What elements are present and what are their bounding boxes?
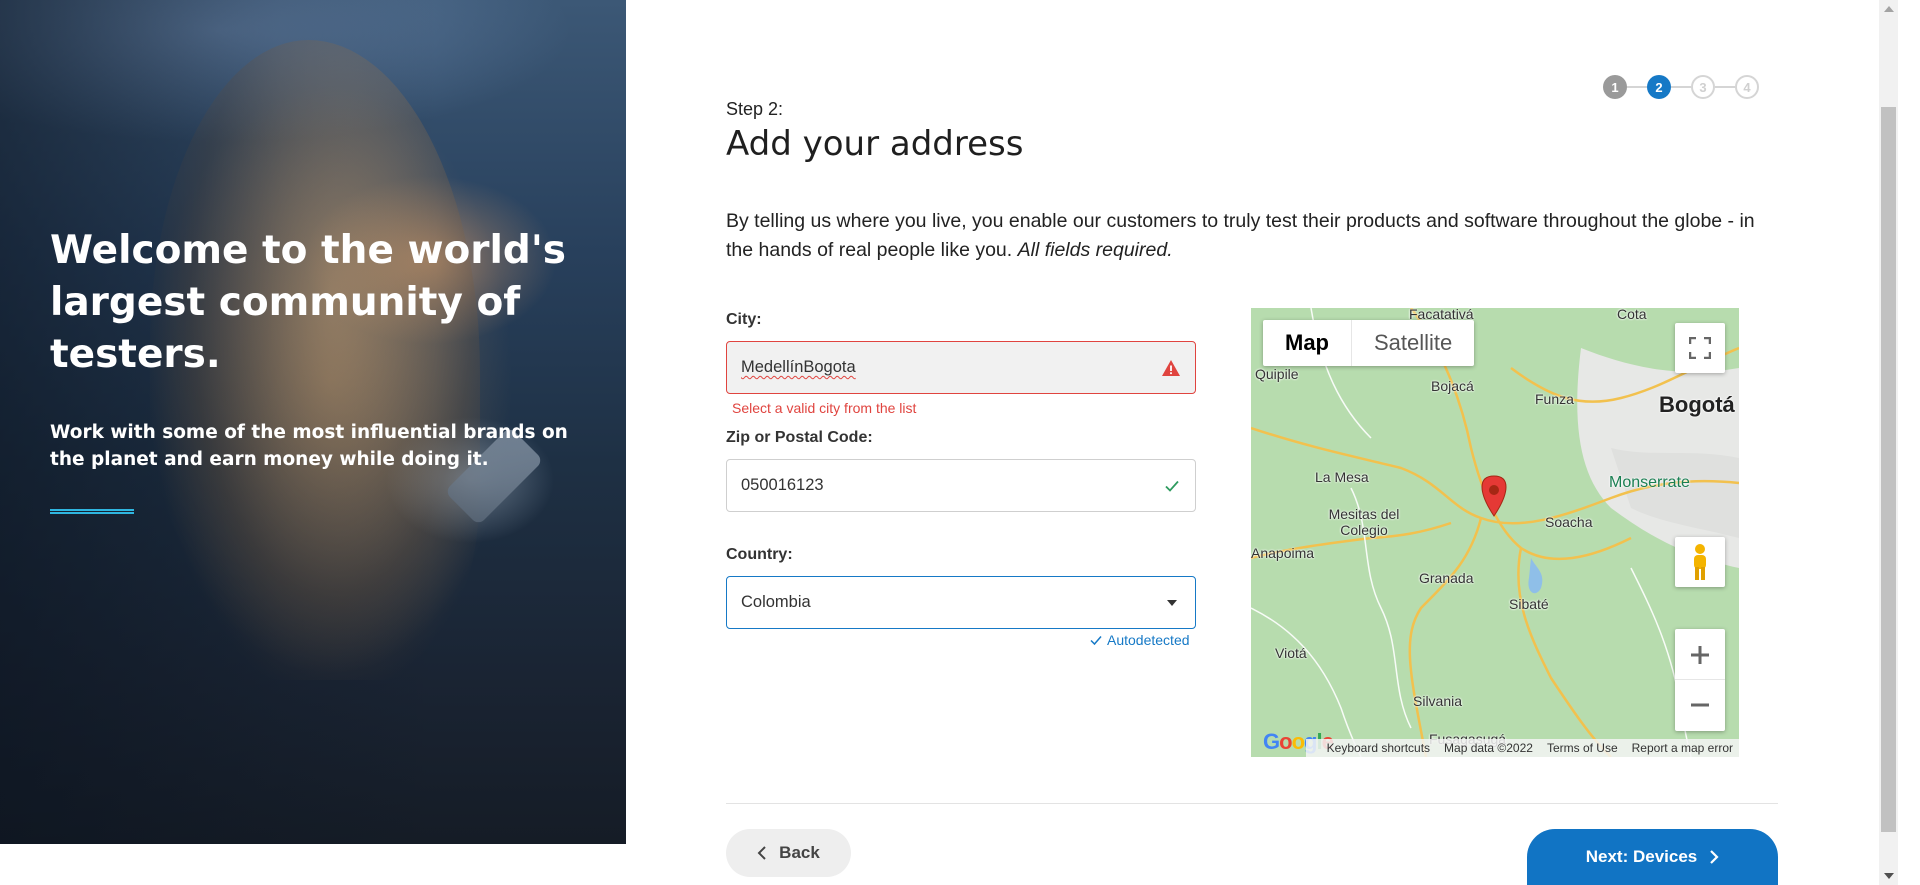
map-data-attribution: Map data ©2022 bbox=[1444, 741, 1533, 755]
back-button-label: Back bbox=[779, 843, 820, 862]
country-select-value[interactable]: Colombia bbox=[741, 593, 1167, 612]
page-scrollbar[interactable] bbox=[1879, 0, 1898, 885]
next-devices-button[interactable]: Next: Devices bbox=[1527, 829, 1778, 885]
zoom-in-button[interactable] bbox=[1675, 630, 1725, 680]
page-title: Add your address bbox=[726, 124, 1024, 164]
scroll-thumb[interactable] bbox=[1881, 107, 1896, 832]
progress-stepper: 1 2 3 4 bbox=[1603, 75, 1759, 99]
hero-subtitle: Work with some of the most influential b… bbox=[50, 422, 568, 470]
chevron-left-icon bbox=[757, 846, 766, 860]
map-footer: Keyboard shortcuts Map data ©2022 Terms … bbox=[1306, 739, 1739, 757]
footer-divider bbox=[726, 803, 1778, 804]
map-label-bojaca: Bojacá bbox=[1431, 378, 1474, 394]
city-input[interactable]: MedellínBogota bbox=[726, 341, 1196, 394]
map-label-soacha: Soacha bbox=[1545, 514, 1593, 530]
map-label-anapoima: Anapoima bbox=[1251, 545, 1315, 561]
fullscreen-button[interactable] bbox=[1675, 323, 1725, 373]
step-2: 2 bbox=[1647, 75, 1671, 99]
location-map[interactable]: Facatativá Cota Quipile Bojacá Funza Bog… bbox=[1251, 308, 1739, 757]
keyboard-shortcuts-link[interactable]: Keyboard shortcuts bbox=[1327, 741, 1430, 755]
back-button[interactable]: Back bbox=[726, 829, 851, 877]
next-button-label: Next: Devices bbox=[1585, 847, 1698, 866]
step-label: Step 2: bbox=[726, 99, 784, 119]
map-label-monserrate: Monserrate bbox=[1609, 474, 1690, 491]
map-label-sibate: Sibaté bbox=[1509, 596, 1549, 612]
pegman-icon bbox=[1694, 544, 1706, 580]
map-label-cota: Cota bbox=[1617, 308, 1647, 322]
street-view-button[interactable] bbox=[1675, 537, 1725, 587]
fullscreen-icon bbox=[1689, 337, 1711, 359]
map-label-viota: Viotá bbox=[1275, 645, 1307, 661]
minus-icon bbox=[1691, 703, 1709, 707]
zoom-controls bbox=[1675, 629, 1725, 731]
map-type-toggle: Map Satellite bbox=[1263, 320, 1475, 366]
report-map-error-link[interactable]: Report a map error bbox=[1632, 741, 1733, 755]
scroll-up-arrow-icon[interactable] bbox=[1884, 6, 1894, 12]
zoom-out-button[interactable] bbox=[1675, 680, 1725, 730]
warning-icon bbox=[1162, 359, 1180, 376]
intro-text: By telling us where you live, you enable… bbox=[726, 210, 1755, 261]
scroll-down-arrow-icon[interactable] bbox=[1884, 873, 1894, 879]
chevron-down-icon bbox=[1167, 599, 1177, 606]
map-type-satellite-button[interactable]: Satellite bbox=[1352, 320, 1474, 366]
hero-divider bbox=[50, 509, 134, 514]
hero-title: Welcome to the world's largest community… bbox=[50, 228, 566, 377]
map-label-silvania: Silvania bbox=[1413, 693, 1463, 709]
autodetected-note: Autodetected bbox=[1089, 632, 1190, 648]
step-1: 1 bbox=[1603, 75, 1627, 99]
city-error-message: Select a valid city from the list bbox=[732, 400, 917, 416]
terms-of-use-link[interactable]: Terms of Use bbox=[1547, 741, 1618, 755]
country-select[interactable]: Colombia bbox=[726, 576, 1196, 629]
plus-icon bbox=[1691, 645, 1709, 664]
step-3: 3 bbox=[1691, 75, 1715, 99]
required-note: All fields required. bbox=[1017, 239, 1173, 261]
map-label-mesitas: Mesitas del Colegio bbox=[1328, 506, 1400, 538]
map-label-funza: Funza bbox=[1535, 391, 1574, 407]
country-label: Country: bbox=[726, 546, 793, 563]
map-label-granada: Granada bbox=[1419, 570, 1474, 586]
map-label-bogota: Bogotá bbox=[1659, 392, 1735, 417]
chevron-right-icon bbox=[1710, 850, 1719, 864]
map-label-la-mesa: La Mesa bbox=[1315, 469, 1369, 485]
map-type-map-button[interactable]: Map bbox=[1263, 320, 1352, 366]
zip-input-value[interactable]: 050016123 bbox=[741, 476, 1163, 495]
city-input-value[interactable]: MedellínBogota bbox=[741, 358, 1161, 377]
zip-input[interactable]: 050016123 bbox=[726, 459, 1196, 512]
check-icon bbox=[1165, 480, 1179, 492]
hero-panel: Welcome to the world's largest community… bbox=[0, 0, 626, 844]
zip-label: Zip or Postal Code: bbox=[726, 429, 873, 446]
check-icon bbox=[1090, 636, 1102, 646]
city-label: City: bbox=[726, 311, 762, 328]
map-label-quipile: Quipile bbox=[1255, 366, 1299, 382]
step-4: 4 bbox=[1735, 75, 1759, 99]
